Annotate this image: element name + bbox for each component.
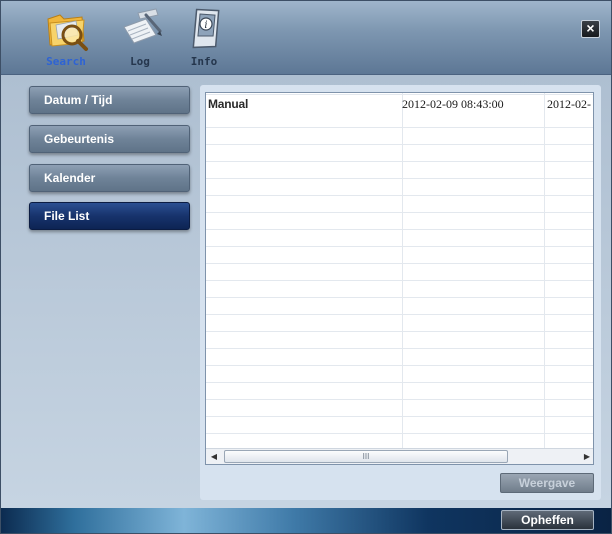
opheffen-button[interactable]: Opheffen <box>501 510 594 530</box>
sidebar-item-gebeurtenis[interactable]: Gebeurtenis <box>29 125 190 153</box>
weergave-button[interactable]: Weergave <box>500 473 594 493</box>
search-body: Datum / Tijd Gebeurtenis Kalender File L… <box>1 75 611 508</box>
svg-text:i: i <box>204 20 207 31</box>
header-toolbar: Search Log i Info × <box>1 1 611 75</box>
file-list-panel: Manual 2012-02-09 08:43:00 2012-02- ◀ II… <box>200 85 601 500</box>
file-list: Manual 2012-02-09 08:43:00 2012-02- ◀ II… <box>205 92 594 465</box>
scroll-right-arrow-icon[interactable]: ▶ <box>581 451 593 463</box>
file-list-grid: Manual 2012-02-09 08:43:00 2012-02- <box>206 93 593 449</box>
scrollbar-thumb[interactable]: III <box>224 450 508 463</box>
search-folder-icon <box>47 14 88 51</box>
tab-info-label: Info <box>190 55 218 68</box>
info-icon: i <box>192 8 220 49</box>
tab-log-label: Log <box>130 55 150 68</box>
sidebar-item-datum-tijd[interactable]: Datum / Tijd <box>29 86 190 114</box>
list-item[interactable]: Manual 2012-02-09 08:43:00 2012-02- <box>206 96 593 112</box>
tab-log[interactable]: Log <box>105 5 175 71</box>
record-type: Manual <box>208 97 249 111</box>
close-button[interactable]: × <box>581 20 600 38</box>
record-end-time: 2012-02- <box>547 97 591 111</box>
horizontal-scrollbar[interactable]: ◀ III ▶ <box>206 448 593 464</box>
tab-search[interactable]: Search <box>31 5 101 71</box>
dvr-search-window: Search Log i Info × Datum / Tijd Gebeurt… <box>0 0 612 534</box>
column-divider <box>402 93 403 449</box>
scrollbar-grip: III <box>362 452 370 461</box>
footer-bar: Opheffen <box>1 508 611 533</box>
sidebar-item-file-list[interactable]: File List <box>29 202 190 230</box>
log-icon <box>123 8 162 44</box>
tab-search-label: Search <box>46 55 86 68</box>
record-start-time: 2012-02-09 08:43:00 <box>402 97 504 111</box>
scroll-left-arrow-icon[interactable]: ◀ <box>208 451 220 463</box>
sidebar-item-kalender[interactable]: Kalender <box>29 164 190 192</box>
column-divider <box>544 93 545 449</box>
tab-info[interactable]: i Info <box>169 5 239 71</box>
